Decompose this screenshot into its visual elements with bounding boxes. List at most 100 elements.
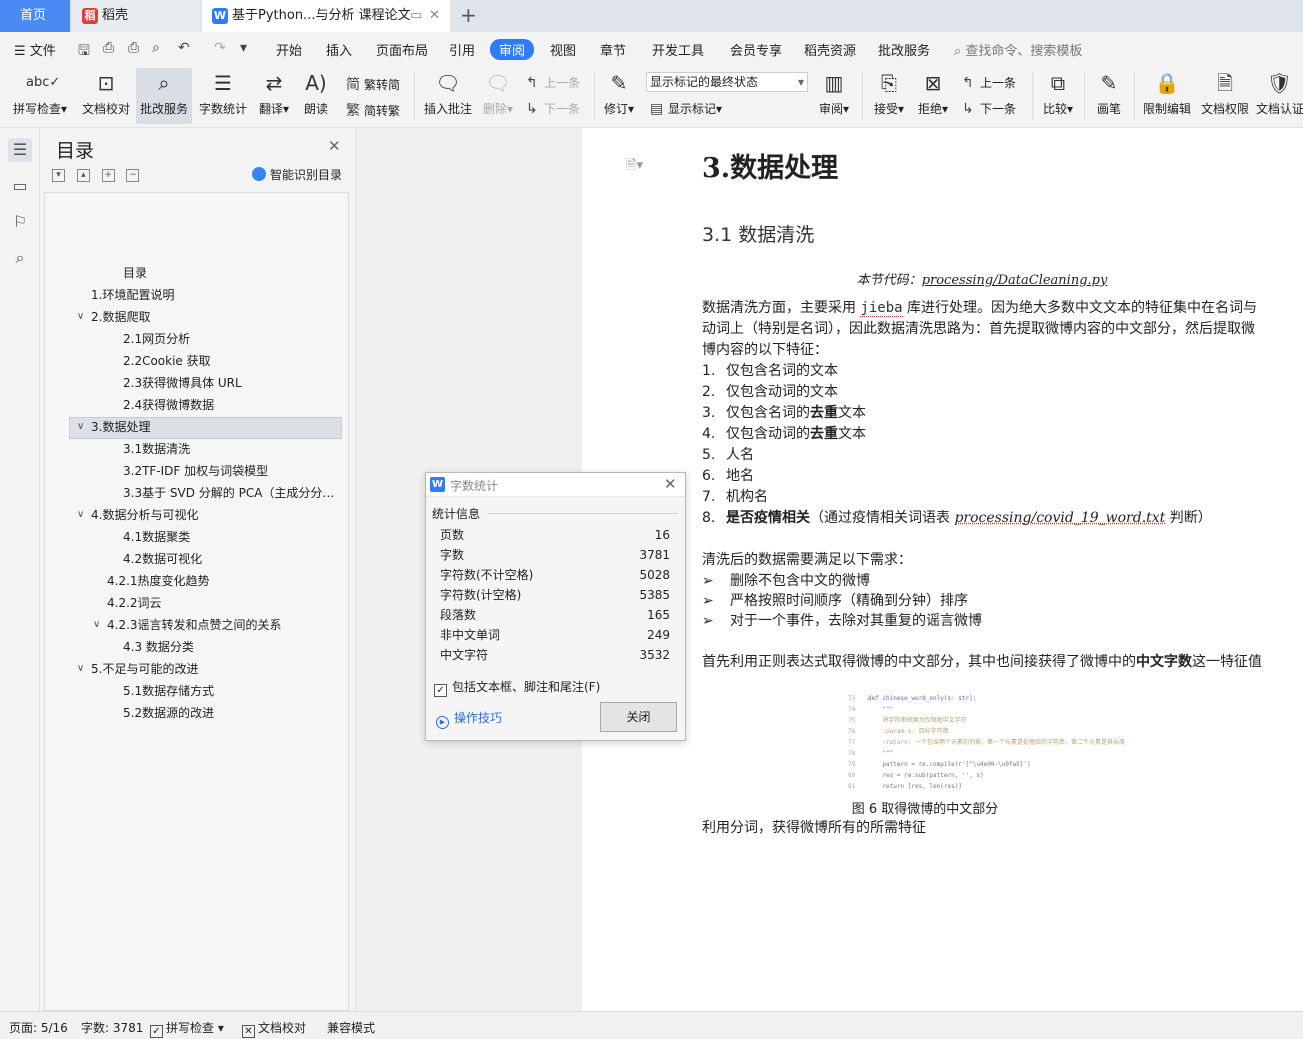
compare-button[interactable]: ⧉ 比较▾: [1038, 68, 1078, 124]
toc-item[interactable]: 2.1网页分析: [123, 329, 190, 349]
tab-references[interactable]: 引用: [449, 40, 475, 59]
toc-item[interactable]: 5.2数据源的改进: [123, 703, 214, 723]
markup-display-select[interactable]: 显示标记的最终状态: [646, 72, 808, 92]
doc-proofread-button[interactable]: ⊡ 文档校对: [78, 68, 134, 124]
status-proofread[interactable]: ✕ 文档校对: [242, 1019, 306, 1038]
tab-home[interactable]: 首页: [0, 0, 70, 32]
insert-comment-button[interactable]: 🗨 插入批注: [420, 68, 476, 124]
close-icon[interactable]: ✕: [328, 137, 341, 155]
pen-button[interactable]: ✎ 画笔: [1090, 68, 1128, 124]
toc-item[interactable]: ∨ 4.2.3谣言转发和点赞之间的关系: [93, 615, 282, 635]
toc-item[interactable]: ∨ 3.数据处理: [77, 417, 150, 437]
tab-start[interactable]: 开始: [276, 40, 302, 59]
toc-item[interactable]: ∨ 4.数据分析与可视化: [77, 505, 198, 525]
review-pane-button[interactable]: ▥ 审阅▾: [816, 68, 852, 124]
doc-permission-button[interactable]: 🗎 文档权限: [1198, 68, 1252, 124]
chapter-nav-icon[interactable]: ▭: [8, 174, 32, 198]
restrict-edit-button[interactable]: 🔒 限制编辑: [1140, 68, 1194, 124]
tab-daoke-resources[interactable]: 稻壳资源: [804, 40, 856, 59]
close-icon[interactable]: ✕: [664, 475, 677, 493]
tab-review[interactable]: 审阅: [490, 39, 535, 60]
toc-item[interactable]: ∨ 2.数据爬取: [77, 307, 150, 327]
tab-insert[interactable]: 插入: [326, 40, 352, 59]
tab-close-icon[interactable]: ✕: [429, 0, 440, 32]
toc-item[interactable]: 4.3 数据分类: [123, 637, 194, 657]
toc-item[interactable]: 2.3获得微博具体 URL: [123, 373, 242, 393]
toc-item[interactable]: 3.3基于 SVD 分解的 PCA（主成分分…: [123, 483, 334, 503]
toc-item[interactable]: 4.1数据聚类: [123, 527, 190, 547]
toc-item[interactable]: 4.2.2词云: [107, 593, 162, 613]
collapse-all-icon[interactable]: ▴: [76, 169, 90, 182]
correction-service-button[interactable]: ⌕ 批改服务: [136, 68, 192, 124]
tab-member[interactable]: 会员专享: [730, 40, 782, 59]
paragraph-handle-icon[interactable]: 🗎▾: [626, 156, 643, 178]
toc-item[interactable]: 1.环境配置说明: [91, 285, 174, 305]
accept-button[interactable]: ⎘ 接受▾: [870, 68, 908, 124]
toc-item[interactable]: 4.2.1热度变化趋势: [107, 571, 210, 591]
page-indicator[interactable]: 页面: 5/16: [9, 1019, 68, 1036]
prev-change-button[interactable]: ↰ 上一条: [962, 74, 1016, 91]
reject-button[interactable]: ⊠ 拒绝▾: [914, 68, 952, 124]
smart-toc-button[interactable]: 智能识别目录: [252, 166, 342, 183]
redo-icon[interactable]: ↷: [214, 40, 226, 56]
tips-link[interactable]: ▶ 操作技巧: [436, 709, 502, 729]
chevron-down-icon[interactable]: ∨: [77, 659, 84, 679]
prev-comment-button[interactable]: ↰ 上一条: [526, 74, 580, 91]
toc-item[interactable]: 4.2数据可视化: [123, 549, 202, 569]
word-count-indicator[interactable]: 字数: 3781: [81, 1019, 143, 1036]
print-preview-icon[interactable]: ⌕: [152, 40, 160, 56]
undo-icon[interactable]: ↶: [178, 40, 190, 56]
bookmark-icon[interactable]: ⚐: [8, 210, 32, 234]
delete-comment-button[interactable]: 🗨 删除▾: [480, 68, 516, 124]
tab-daoke[interactable]: 稻 稻壳: [72, 0, 200, 32]
command-search[interactable]: ⌕ 查找命令、搜索模板: [954, 40, 1082, 59]
include-textbox-checkbox[interactable]: ✓ 包括文本框、脚注和尾注(F): [434, 678, 600, 697]
read-aloud-button[interactable]: A) 朗读: [298, 68, 334, 124]
doc-auth-button[interactable]: 🛡 文档认证: [1256, 68, 1303, 124]
tab-view[interactable]: 视图: [550, 40, 576, 59]
status-spell-check[interactable]: ✓ 拼写检查 ▾: [150, 1019, 224, 1038]
toc-item[interactable]: 目录: [123, 263, 147, 283]
toc-panel-icon[interactable]: ☰: [8, 138, 32, 162]
tab-document[interactable]: W 基于Python...与分析 课程论文 ▭ ✕: [202, 0, 450, 32]
new-tab-button[interactable]: +: [460, 3, 477, 27]
chevron-down-icon[interactable]: ∨: [77, 505, 84, 525]
spell-check-button[interactable]: abc✓ 拼写检查▾: [8, 68, 72, 124]
add-heading-icon[interactable]: +: [101, 169, 115, 182]
chevron-down-icon[interactable]: ∨: [93, 615, 100, 635]
ribbon-review: abc✓ 拼写检查▾ ⊡ 文档校对 ⌕ 批改服务 ☰ 字数统计 ⇄ 翻译▾ A)…: [0, 66, 1303, 128]
toc-item[interactable]: 5.1数据存储方式: [123, 681, 214, 701]
customize-chevron-icon[interactable]: ▾: [240, 40, 247, 56]
simp-to-trad-button[interactable]: 繁简转繁: [346, 100, 400, 120]
trad-to-simp-button[interactable]: 简繁转简: [346, 74, 400, 94]
save-icon[interactable]: 🖫: [78, 40, 90, 64]
dialog-titlebar[interactable]: W 字数统计 ✕: [426, 473, 685, 497]
file-menu[interactable]: ☰ 文件: [14, 40, 56, 59]
toc-item[interactable]: 3.1数据清洗: [123, 439, 190, 459]
show-markup-button[interactable]: ▤ 显示标记▾: [650, 100, 722, 117]
remove-heading-icon[interactable]: −: [126, 169, 140, 182]
tab-page-layout[interactable]: 页面布局: [376, 40, 428, 59]
search-icon[interactable]: ⌕: [8, 246, 32, 270]
tab-chapter[interactable]: 章节: [600, 40, 626, 59]
toc-item[interactable]: 2.4获得微博数据: [123, 395, 214, 415]
document-page[interactable]: 🗎▾ 3.数据处理 3.1 数据清洗 本节代码：processing/DataC…: [582, 128, 1303, 1011]
tab-pin-icon[interactable]: ▭: [410, 0, 422, 32]
next-change-button[interactable]: ↳ 下一条: [962, 100, 1016, 117]
export-pdf-icon[interactable]: ⎙: [103, 40, 114, 56]
next-comment-button[interactable]: ↳ 下一条: [526, 100, 580, 117]
track-changes-button[interactable]: ✎ 修订▾: [600, 68, 638, 124]
chevron-down-icon[interactable]: ∨: [77, 417, 84, 437]
toc-item[interactable]: 2.2Cookie 获取: [123, 351, 211, 371]
code-screenshot[interactable]: 73 def chinese_word_only(s: str): 74 """ 75…: [848, 693, 1125, 793]
tab-developer[interactable]: 开发工具: [652, 40, 704, 59]
chevron-down-icon[interactable]: ∨: [77, 307, 84, 327]
word-count-button[interactable]: ☰ 字数统计: [196, 68, 250, 124]
toc-item[interactable]: ∨ 5.不足与可能的改进: [77, 659, 198, 679]
close-button[interactable]: 关闭: [600, 702, 677, 732]
expand-all-icon[interactable]: ▾: [52, 169, 65, 182]
toc-item[interactable]: 3.2TF-IDF 加权与词袋模型: [123, 461, 268, 481]
translate-button[interactable]: ⇄ 翻译▾: [254, 68, 294, 124]
print-icon[interactable]: ⎙: [128, 40, 139, 56]
tab-correction[interactable]: 批改服务: [878, 40, 930, 59]
